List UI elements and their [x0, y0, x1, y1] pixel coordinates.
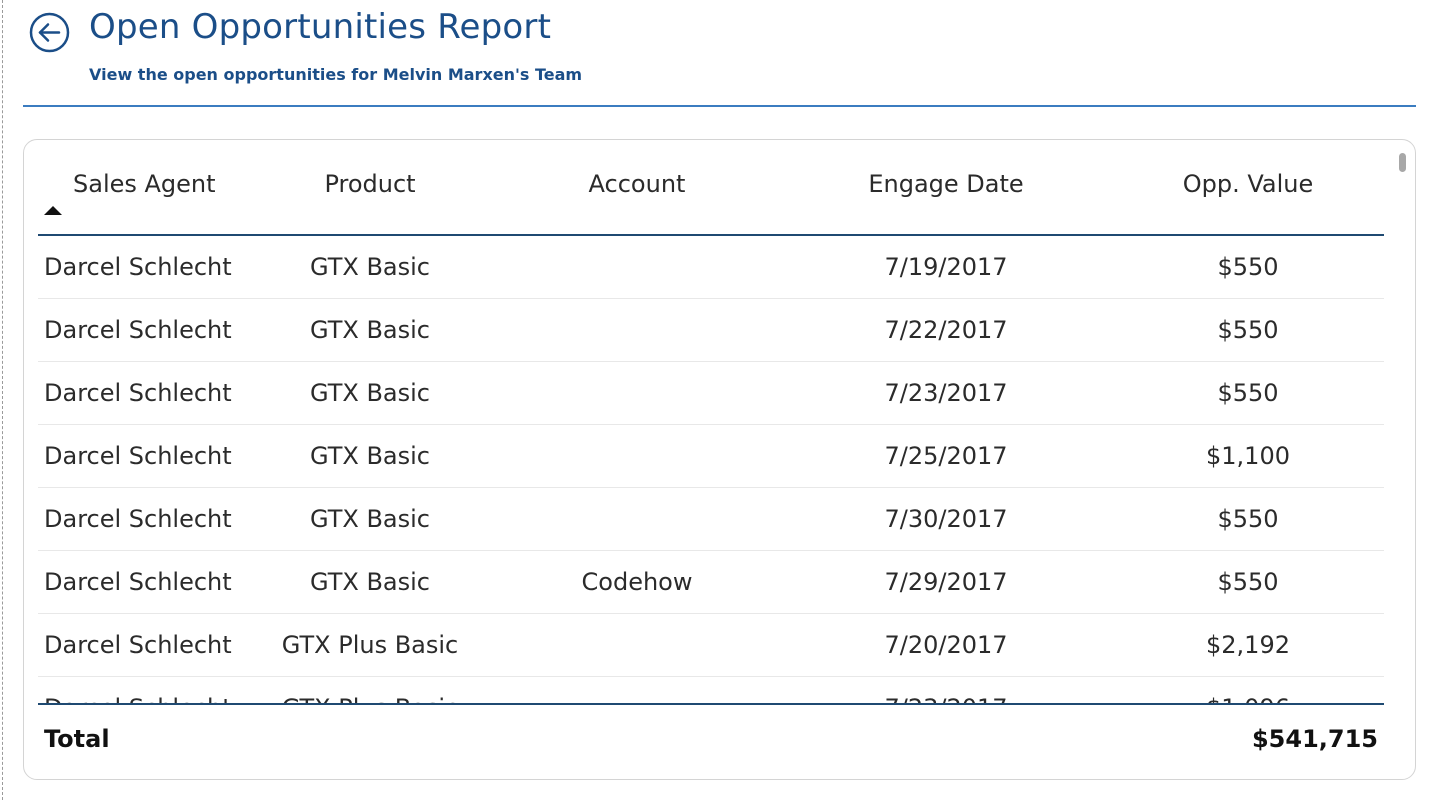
page-title: Open Opportunities Report	[89, 7, 552, 47]
cell-sales-agent: Darcel Schlecht	[44, 631, 232, 659]
cell-opp-value: $550	[1217, 568, 1279, 596]
arrow-left-circle-icon	[29, 12, 70, 53]
table-total-row: Total $541,715	[38, 703, 1384, 779]
cell-sales-agent: Darcel Schlecht	[44, 442, 232, 470]
page-subtitle: View the open opportunities for Melvin M…	[89, 65, 583, 84]
header-divider	[23, 105, 1416, 107]
column-header-account[interactable]: Account	[589, 170, 686, 198]
cell-product: GTX Basic	[309, 505, 431, 533]
table-row[interactable]: Darcel Schlecht GTX Basic Codehow 7/29/2…	[38, 551, 1384, 614]
table-row[interactable]: Darcel Schlecht GTX Plus Basic 7/23/2017…	[38, 677, 1384, 703]
opportunities-table: Sales Agent Product Account Engage Date …	[38, 140, 1384, 779]
table-row[interactable]: Darcel Schlecht GTX Basic 7/19/2017 $550	[38, 236, 1384, 299]
column-header-engage-date[interactable]: Engage Date	[868, 170, 1023, 198]
cell-engage-date: 7/22/2017	[884, 316, 1008, 344]
cell-opp-value: $1,100	[1206, 442, 1290, 470]
cell-sales-agent: Darcel Schlecht	[44, 568, 232, 596]
cell-engage-date: 7/29/2017	[884, 568, 1008, 596]
table-row[interactable]: Darcel Schlecht GTX Plus Basic 7/20/2017…	[38, 614, 1384, 677]
cell-engage-date: 7/25/2017	[884, 442, 1008, 470]
table-row[interactable]: Darcel Schlecht GTX Basic 7/25/2017 $1,1…	[38, 425, 1384, 488]
cell-product: GTX Basic	[309, 379, 431, 407]
column-header-sales-agent[interactable]: Sales Agent	[73, 170, 216, 198]
table-row[interactable]: Darcel Schlecht GTX Basic 7/22/2017 $550	[38, 299, 1384, 362]
cell-opp-value: $550	[1217, 379, 1279, 407]
cell-engage-date: 7/19/2017	[884, 253, 1008, 281]
cell-opp-value: $2,192	[1206, 631, 1290, 659]
cell-account: Codehow	[581, 568, 693, 596]
cell-opp-value: $1,096	[1206, 694, 1290, 703]
cell-opp-value: $550	[1217, 316, 1279, 344]
cell-engage-date: 7/20/2017	[884, 631, 1008, 659]
cell-opp-value: $550	[1217, 505, 1279, 533]
vertical-scrollbar[interactable]	[1399, 153, 1406, 172]
cell-engage-date: 7/23/2017	[884, 379, 1008, 407]
column-header-opp-value[interactable]: Opp. Value	[1183, 170, 1314, 198]
cell-product: GTX Plus Basic	[281, 631, 459, 659]
cell-sales-agent: Darcel Schlecht	[44, 316, 232, 344]
cell-sales-agent: Darcel Schlecht	[44, 379, 232, 407]
report-page: Open Opportunities Report View the open …	[0, 0, 1437, 800]
sort-ascending-icon	[44, 206, 62, 215]
column-header-product[interactable]: Product	[324, 170, 415, 198]
cell-sales-agent: Darcel Schlecht	[44, 694, 232, 703]
cell-engage-date: 7/30/2017	[884, 505, 1008, 533]
total-label: Total	[44, 725, 110, 753]
cell-product: GTX Basic	[309, 316, 431, 344]
table-body[interactable]: Darcel Schlecht GTX Basic 7/19/2017 $550…	[38, 236, 1384, 703]
cell-product: GTX Basic	[309, 253, 431, 281]
page-left-border	[2, 0, 3, 800]
cell-opp-value: $550	[1217, 253, 1279, 281]
cell-product: GTX Basic	[309, 568, 431, 596]
cell-engage-date: 7/23/2017	[884, 694, 1007, 703]
back-button[interactable]	[29, 12, 70, 53]
table-header: Sales Agent Product Account Engage Date …	[38, 140, 1384, 236]
cell-product: GTX Plus Basic	[282, 694, 459, 703]
cell-product: GTX Basic	[309, 442, 431, 470]
opportunities-table-card: Sales Agent Product Account Engage Date …	[23, 139, 1416, 780]
cell-sales-agent: Darcel Schlecht	[44, 253, 232, 281]
total-value: $541,715	[1251, 725, 1378, 753]
cell-sales-agent: Darcel Schlecht	[44, 505, 232, 533]
table-row[interactable]: Darcel Schlecht GTX Basic 7/23/2017 $550	[38, 362, 1384, 425]
table-row[interactable]: Darcel Schlecht GTX Basic 7/30/2017 $550	[38, 488, 1384, 551]
